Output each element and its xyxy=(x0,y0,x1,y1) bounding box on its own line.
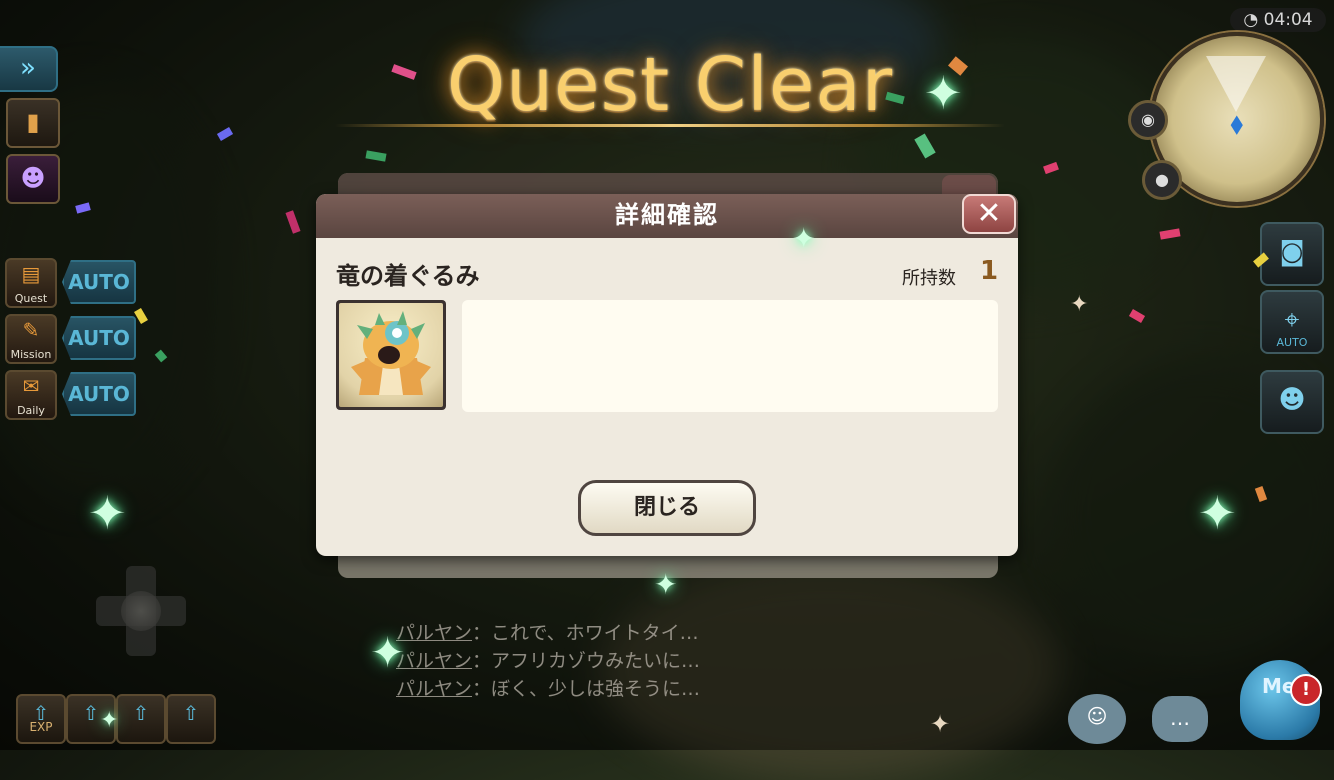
fist-boost-icon: ⇧ xyxy=(182,701,200,725)
auto-camera-label: AUTO xyxy=(1276,336,1308,349)
daily-menu-label: Daily xyxy=(17,404,45,417)
chat-text: ：アフリカゾウみたいに… xyxy=(472,650,701,672)
chat-text: ：これで、ホワイトタイ… xyxy=(472,622,699,644)
dragon-costume-icon xyxy=(339,303,443,407)
sparkle-effect: ✦ xyxy=(924,66,963,120)
exp-boost-button[interactable]: ⇧ EXP xyxy=(16,694,66,744)
mission-auto-button[interactable]: AUTO xyxy=(62,316,136,360)
close-button[interactable]: 閉じる xyxy=(578,480,756,536)
sparkle-effect: ✦ xyxy=(1070,292,1089,317)
view-cone xyxy=(1206,56,1266,112)
mission-icon: ✎ xyxy=(22,318,40,342)
quest-menu-label: Quest xyxy=(14,292,48,305)
sparkle-effect: ✦ xyxy=(88,486,127,540)
pet-icon: ● xyxy=(1155,170,1169,189)
door-icon: ▮ xyxy=(26,108,40,136)
party-button[interactable]: ☻ xyxy=(1260,370,1324,434)
chat-speaker[interactable]: パルヤン xyxy=(396,622,472,644)
quest-clear-title: Quest Clear xyxy=(446,42,894,128)
drop-boost-button[interactable]: ⇧ xyxy=(116,694,166,744)
owned-count-label: 所持数 xyxy=(902,268,956,289)
chat-speaker[interactable]: パルヤン xyxy=(396,678,472,700)
chat-speaker[interactable]: パルヤン xyxy=(396,650,472,672)
party-icon: ☻ xyxy=(1278,385,1306,415)
item-description-box xyxy=(462,300,998,412)
focus-icon: ⌖ xyxy=(1284,305,1300,335)
clock-time: 04:04 xyxy=(1263,10,1313,30)
auto-camera-button[interactable]: ⌖ AUTO xyxy=(1260,290,1324,354)
chat-text: ：ぼく、少しは強そうに… xyxy=(472,678,701,700)
mission-menu-button[interactable]: ✎ Mission xyxy=(5,314,57,364)
quest-icon: ▤ xyxy=(21,262,41,286)
daily-auto-button[interactable]: AUTO xyxy=(62,372,136,416)
dpad-center xyxy=(121,591,161,631)
item-icon-frame xyxy=(336,300,446,410)
up-arrow-icon: ⇧ xyxy=(32,701,50,725)
close-icon-button[interactable]: ✕ xyxy=(962,194,1016,234)
smiley-icon: ☺ xyxy=(1086,704,1108,728)
quest-menu-button[interactable]: ▤ Quest xyxy=(5,258,57,308)
chat-icon: … xyxy=(1170,706,1190,730)
mask-icon: ☻ xyxy=(20,164,46,192)
daily-menu-button[interactable]: ✉ Daily xyxy=(5,370,57,420)
alert-badge: ! xyxy=(1290,674,1322,706)
camera-icon: ◙ xyxy=(1279,237,1305,267)
minimap-pet-button[interactable]: ● xyxy=(1142,160,1182,200)
sparkle-effect: ✦ xyxy=(930,710,951,738)
chat-button[interactable]: … xyxy=(1152,696,1208,742)
sparkle-effect: ✦ xyxy=(370,628,406,677)
emote-button[interactable]: ☺ xyxy=(1068,694,1126,744)
sparkle-effect: ✦ xyxy=(1198,486,1237,540)
daily-icon: ✉ xyxy=(22,374,40,398)
virtual-dpad[interactable] xyxy=(96,566,186,656)
clock: ◔ 04:04 xyxy=(1230,8,1326,32)
sparkle-effect: ✦ xyxy=(100,708,119,733)
exit-door-button[interactable]: ▮ xyxy=(6,98,60,148)
chat-log-line: パルヤン：ぼく、少しは強そうに… xyxy=(396,674,700,701)
dialog-title: 詳細確認 xyxy=(615,201,719,229)
minimap-cat-button[interactable]: ◉ xyxy=(1128,100,1168,140)
chat-log-line: パルヤン：これで、ホワイトタイ… xyxy=(396,618,699,645)
chest-boost-icon: ⇧ xyxy=(132,701,150,725)
sparkle-effect: ✦ xyxy=(792,222,816,255)
cat-icon: ◉ xyxy=(1141,110,1155,129)
mission-menu-label: Mission xyxy=(10,348,52,361)
item-name: 竜の着ぐるみ xyxy=(336,262,480,290)
player-location-icon: ⬧ xyxy=(1230,106,1244,141)
fast-forward-icon: » xyxy=(20,53,36,83)
fast-forward-button[interactable]: » xyxy=(0,46,58,92)
sparkle-effect: ✦ xyxy=(654,568,678,601)
quest-auto-button[interactable]: AUTO xyxy=(62,260,136,304)
demon-mask-button[interactable]: ☻ xyxy=(6,154,60,204)
owned-count-value: 1 xyxy=(980,256,999,286)
chat-log-line: パルヤン：アフリカゾウみたいに… xyxy=(396,646,700,673)
power-boost-button[interactable]: ⇧ xyxy=(166,694,216,744)
camera-button[interactable]: ◙ xyxy=(1260,222,1324,286)
item-detail-dialog: 詳細確認 ✕ 竜の着ぐるみ 所持数 1 閉じる xyxy=(316,194,1018,556)
